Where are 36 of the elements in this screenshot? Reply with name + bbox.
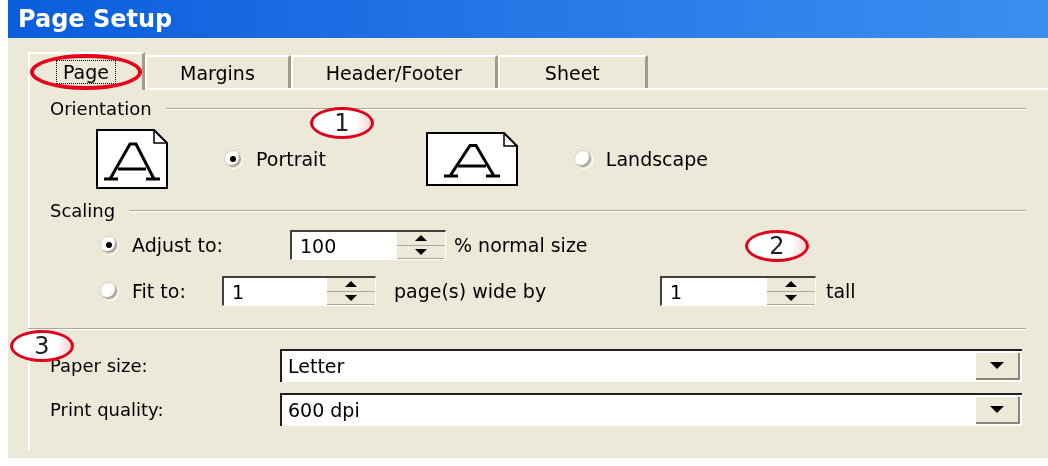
radio-label[interactable]: Adjust to: — [100, 234, 276, 256]
radio-button[interactable] — [573, 150, 592, 168]
tab[interactable]: Margins — [145, 55, 291, 88]
up-arrow-icon[interactable] — [345, 281, 357, 288]
dropdown-arrow-icon[interactable] — [990, 405, 1004, 413]
tab[interactable]: Sheet — [497, 55, 648, 88]
dropdown-arrow-icon[interactable] — [990, 361, 1004, 369]
tab[interactable]: Page — [28, 52, 145, 90]
up-arrow-icon[interactable] — [785, 281, 797, 288]
group-label: Orientation — [50, 97, 152, 119]
window-title: Page Setup — [18, 5, 173, 33]
radio-button[interactable] — [100, 236, 118, 254]
radio-button[interactable] — [224, 150, 242, 168]
spin-box[interactable]: 1 — [660, 276, 816, 306]
callout-number: 1 — [310, 107, 374, 139]
down-arrow-icon[interactable] — [345, 294, 357, 301]
spin-box[interactable]: 100 — [290, 230, 446, 260]
radio-button[interactable] — [100, 282, 118, 300]
dropdown-field[interactable]: 600 dpi — [280, 392, 1022, 426]
unit-label: page(s) wide by — [394, 280, 548, 302]
unit-label: % normal size — [454, 234, 588, 256]
radio-label[interactable]: Landscape — [573, 148, 708, 170]
down-arrow-icon[interactable] — [785, 294, 797, 301]
landscape-page-icon — [425, 132, 518, 186]
up-arrow-icon[interactable] — [415, 235, 427, 242]
radio-label[interactable]: Portrait — [224, 148, 326, 170]
dropdown-field[interactable]: Letter — [280, 348, 1022, 382]
callout-number: 2 — [745, 230, 809, 262]
unit-label: tall — [826, 280, 856, 302]
portrait-page-icon — [96, 129, 168, 189]
radio-label[interactable]: Fit to: — [100, 280, 210, 302]
spin-box[interactable]: 1 — [222, 276, 376, 306]
down-arrow-icon[interactable] — [415, 248, 427, 255]
group-label: Scaling — [50, 199, 116, 221]
tab[interactable]: Header/Footer — [290, 55, 498, 88]
field-label: Print quality: — [50, 398, 165, 420]
